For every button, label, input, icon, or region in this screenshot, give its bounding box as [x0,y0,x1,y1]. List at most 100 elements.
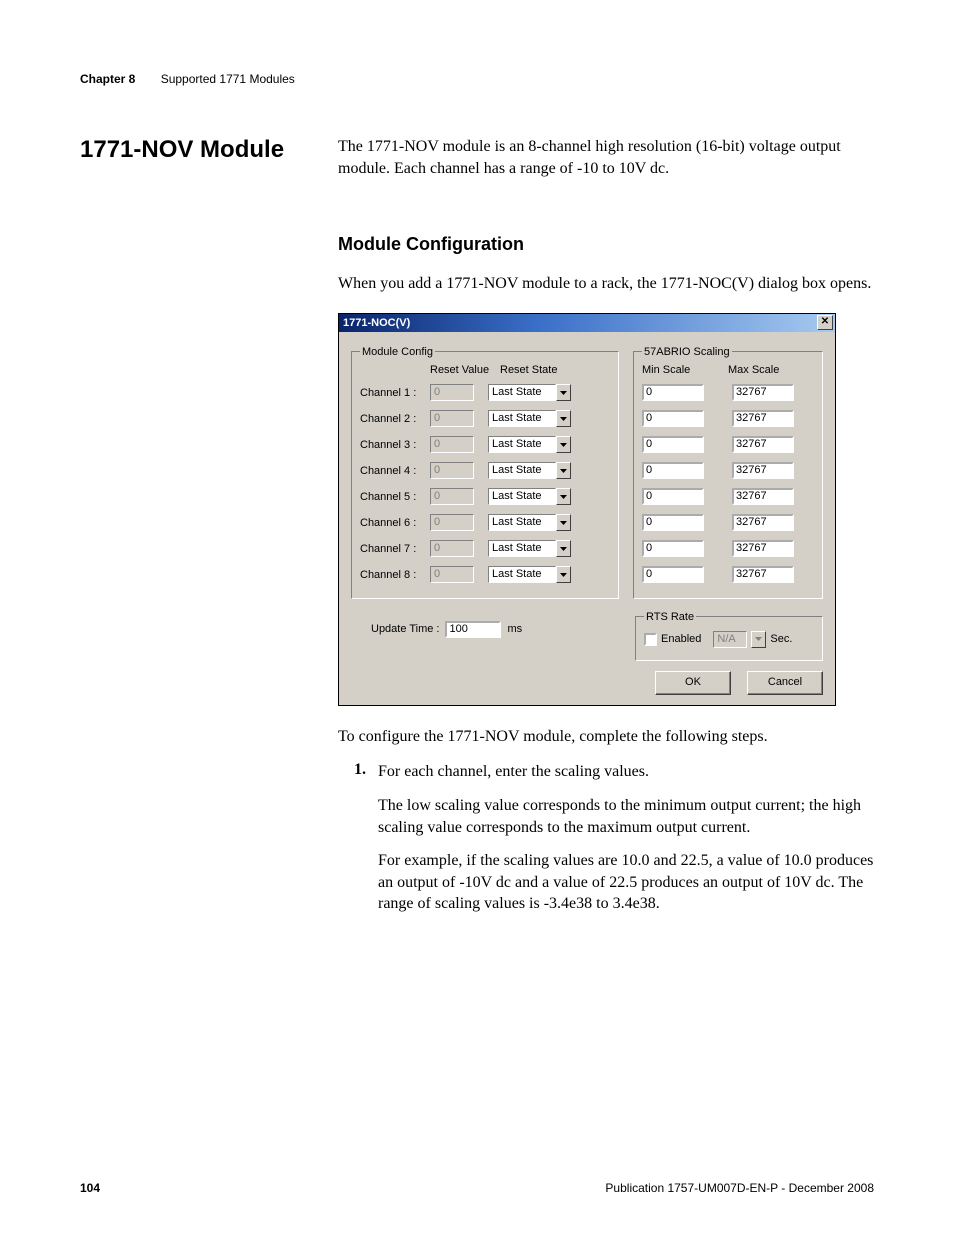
min-scale-input[interactable]: 0 [642,410,704,427]
rts-rate-group: RTS Rate Enabled N/A Sec. [635,611,823,661]
lead-paragraph: When you add a 1771-NOV module to a rack… [338,273,874,295]
cancel-button[interactable]: Cancel [747,671,823,695]
update-time-input[interactable]: 100 [445,621,501,638]
rts-enabled-checkbox[interactable] [644,633,657,646]
chapter-title: Supported 1771 Modules [161,72,295,86]
rts-enabled-label: Enabled [661,633,701,645]
reset-value-field: 0 [430,488,474,505]
chapter-number: Chapter 8 [80,72,135,86]
scaling-legend: 57ABRIO Scaling [642,346,732,358]
max-scale-input[interactable]: 32767 [732,488,794,505]
min-scale-input[interactable]: 0 [642,540,704,557]
dialog-body: Module Config Reset Value Reset State Ch… [339,332,835,705]
chevron-down-icon[interactable] [556,462,571,479]
scaling-row: 0 32767 [642,458,814,484]
step-1-number: 1. [354,761,378,783]
chevron-down-icon[interactable] [556,384,571,401]
min-scale-input[interactable]: 0 [642,462,704,479]
rts-rate-legend: RTS Rate [644,611,696,623]
reset-state-select[interactable]: Last State [488,410,556,427]
channel-label: Channel 2 : [360,413,430,425]
min-scale-input[interactable]: 0 [642,384,704,401]
config-dialog: 1771-NOC(V) ✕ Module Config Reset Value … [338,313,836,706]
max-scale-input[interactable]: 32767 [732,410,794,427]
reset-state-select[interactable]: Last State [488,436,556,453]
steps-lead: To configure the 1771-NOV module, comple… [338,726,874,748]
subsection-title: Module Configuration [338,234,874,255]
reset-value-field: 0 [430,566,474,583]
min-scale-input[interactable]: 0 [642,488,704,505]
channel-row: Channel 8 :0 Last State [360,562,610,588]
dialog-title: 1771-NOC(V) [343,317,410,329]
min-scale-input[interactable]: 0 [642,566,704,583]
rts-value-field: N/A [713,631,747,648]
module-config-legend: Module Config [360,346,435,358]
scaling-group: 57ABRIO Scaling Min Scale Max Scale 0 327… [633,346,823,599]
reset-state-select[interactable]: Last State [488,384,556,401]
chevron-down-icon[interactable] [556,488,571,505]
reset-value-field: 0 [430,540,474,557]
reset-state-select[interactable]: Last State [488,566,556,583]
channel-row: Channel 4 :0 Last State [360,458,610,484]
scaling-row: 0 32767 [642,380,814,406]
reset-state-select[interactable]: Last State [488,488,556,505]
channel-label: Channel 3 : [360,439,430,451]
channel-label: Channel 1 : [360,387,430,399]
rts-dropdown-button[interactable] [751,631,766,648]
chevron-down-icon[interactable] [556,410,571,427]
publication-id: Publication 1757-UM007D-EN-P - December … [605,1181,874,1195]
reset-value-field: 0 [430,462,474,479]
max-scale-header: Max Scale [728,364,814,376]
page-number: 104 [80,1181,100,1195]
min-scale-header: Min Scale [642,364,728,376]
reset-state-select[interactable]: Last State [488,540,556,557]
step-1-sub-1: The low scaling value corresponds to the… [378,795,874,838]
max-scale-input[interactable]: 32767 [732,462,794,479]
reset-value-field: 0 [430,514,474,531]
section-title: 1771-NOV Module [80,136,310,164]
scaling-row: 0 32767 [642,406,814,432]
update-time-row: Update Time : 100 ms [351,621,621,638]
dialog-titlebar[interactable]: 1771-NOC(V) ✕ [339,314,835,332]
page: Chapter 8 Supported 1771 Modules 1771-NO… [0,0,954,1235]
running-header: Chapter 8 Supported 1771 Modules [80,72,874,86]
channel-label: Channel 4 : [360,465,430,477]
step-1-text: For each channel, enter the scaling valu… [378,761,649,783]
max-scale-input[interactable]: 32767 [732,566,794,583]
chevron-down-icon[interactable] [556,566,571,583]
min-scale-input[interactable]: 0 [642,514,704,531]
update-time-label: Update Time : [371,623,439,635]
reset-value-field: 0 [430,384,474,401]
chevron-down-icon[interactable] [556,514,571,531]
channel-row: Channel 6 :0Last State [360,510,610,536]
channel-label: Channel 8 : [360,569,430,581]
max-scale-input[interactable]: 32767 [732,436,794,453]
module-config-group: Module Config Reset Value Reset State Ch… [351,346,619,599]
channel-row: Channel 1 :0 Last State [360,380,610,406]
chevron-down-icon[interactable] [556,540,571,557]
reset-state-header: Reset State [500,364,590,376]
scaling-row: 0 32767 [642,432,814,458]
step-1-sub-2: For example, if the scaling values are 1… [378,850,874,915]
scaling-row: 0 32767 [642,562,814,588]
max-scale-input[interactable]: 32767 [732,540,794,557]
ok-button[interactable]: OK [655,671,731,695]
max-scale-input[interactable]: 32767 [732,514,794,531]
channel-row: Channel 3 :0Last State [360,432,610,458]
update-time-unit: ms [507,623,522,635]
rts-unit: Sec. [770,633,792,645]
max-scale-input[interactable]: 32767 [732,384,794,401]
close-icon[interactable]: ✕ [817,315,833,330]
scaling-row: 0 32767 [642,536,814,562]
scaling-row: 0 32767 [642,484,814,510]
reset-state-select[interactable]: Last State [488,462,556,479]
channel-label: Channel 5 : [360,491,430,503]
chevron-down-icon[interactable] [556,436,571,453]
step-1: 1. For each channel, enter the scaling v… [354,761,874,783]
reset-state-select[interactable]: Last State [488,514,556,531]
scaling-row: 0 32767 [642,510,814,536]
page-footer: 104 Publication 1757-UM007D-EN-P - Decem… [80,1181,874,1195]
channel-row: Channel 7 :0Last State [360,536,610,562]
min-scale-input[interactable]: 0 [642,436,704,453]
reset-value-field: 0 [430,410,474,427]
